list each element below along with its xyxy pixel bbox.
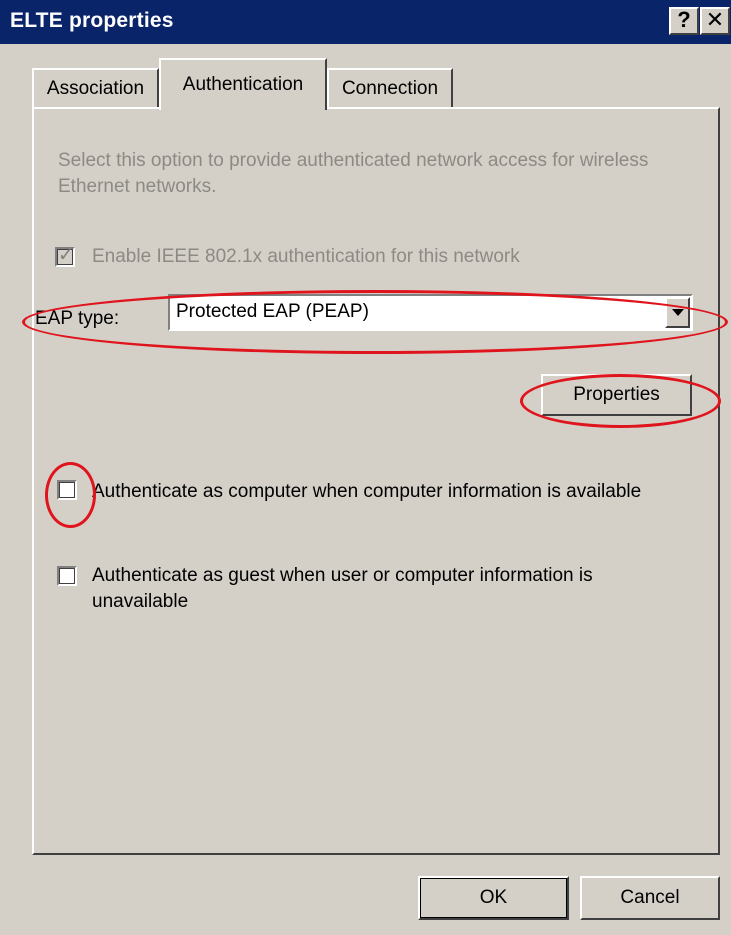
enable-8021x-checkbox[interactable]: ✓ [55, 245, 75, 267]
auth-as-computer-label: Authenticate as computer when computer i… [92, 481, 642, 502]
tab-authentication-label: Authentication [182, 74, 304, 95]
title-bar: ELTE properties ? ✕ [0, 0, 731, 44]
tab-association-label: Association [46, 78, 145, 99]
window-title: ELTE properties [10, 9, 174, 32]
properties-button[interactable]: Properties [541, 374, 692, 416]
close-button[interactable]: ✕ [700, 7, 730, 35]
auth-as-guest-label: Authenticate as guest when user or compu… [92, 565, 593, 612]
eap-type-value: Protected EAP (PEAP) [176, 301, 369, 322]
tab-association[interactable]: Association [32, 68, 159, 108]
eap-type-select[interactable]: Protected EAP (PEAP) [168, 294, 693, 331]
auth-as-guest-checkbox[interactable] [57, 566, 77, 586]
help-button[interactable]: ? [669, 7, 699, 35]
cancel-button[interactable]: Cancel [580, 876, 720, 920]
description-text: Select this option to provide authentica… [58, 150, 649, 197]
tab-connection[interactable]: Connection [327, 68, 453, 108]
tab-authentication[interactable]: Authentication [159, 58, 327, 110]
chevron-down-icon[interactable] [665, 297, 690, 328]
enable-8021x-label: Enable IEEE 802.1x authentication for th… [92, 246, 520, 267]
eap-type-label: EAP type: [35, 308, 120, 329]
ok-button[interactable]: OK [418, 876, 569, 920]
checkmark-icon: ✓ [58, 245, 74, 266]
auth-as-computer-checkbox[interactable] [57, 480, 77, 500]
tab-connection-label: Connection [341, 78, 439, 99]
